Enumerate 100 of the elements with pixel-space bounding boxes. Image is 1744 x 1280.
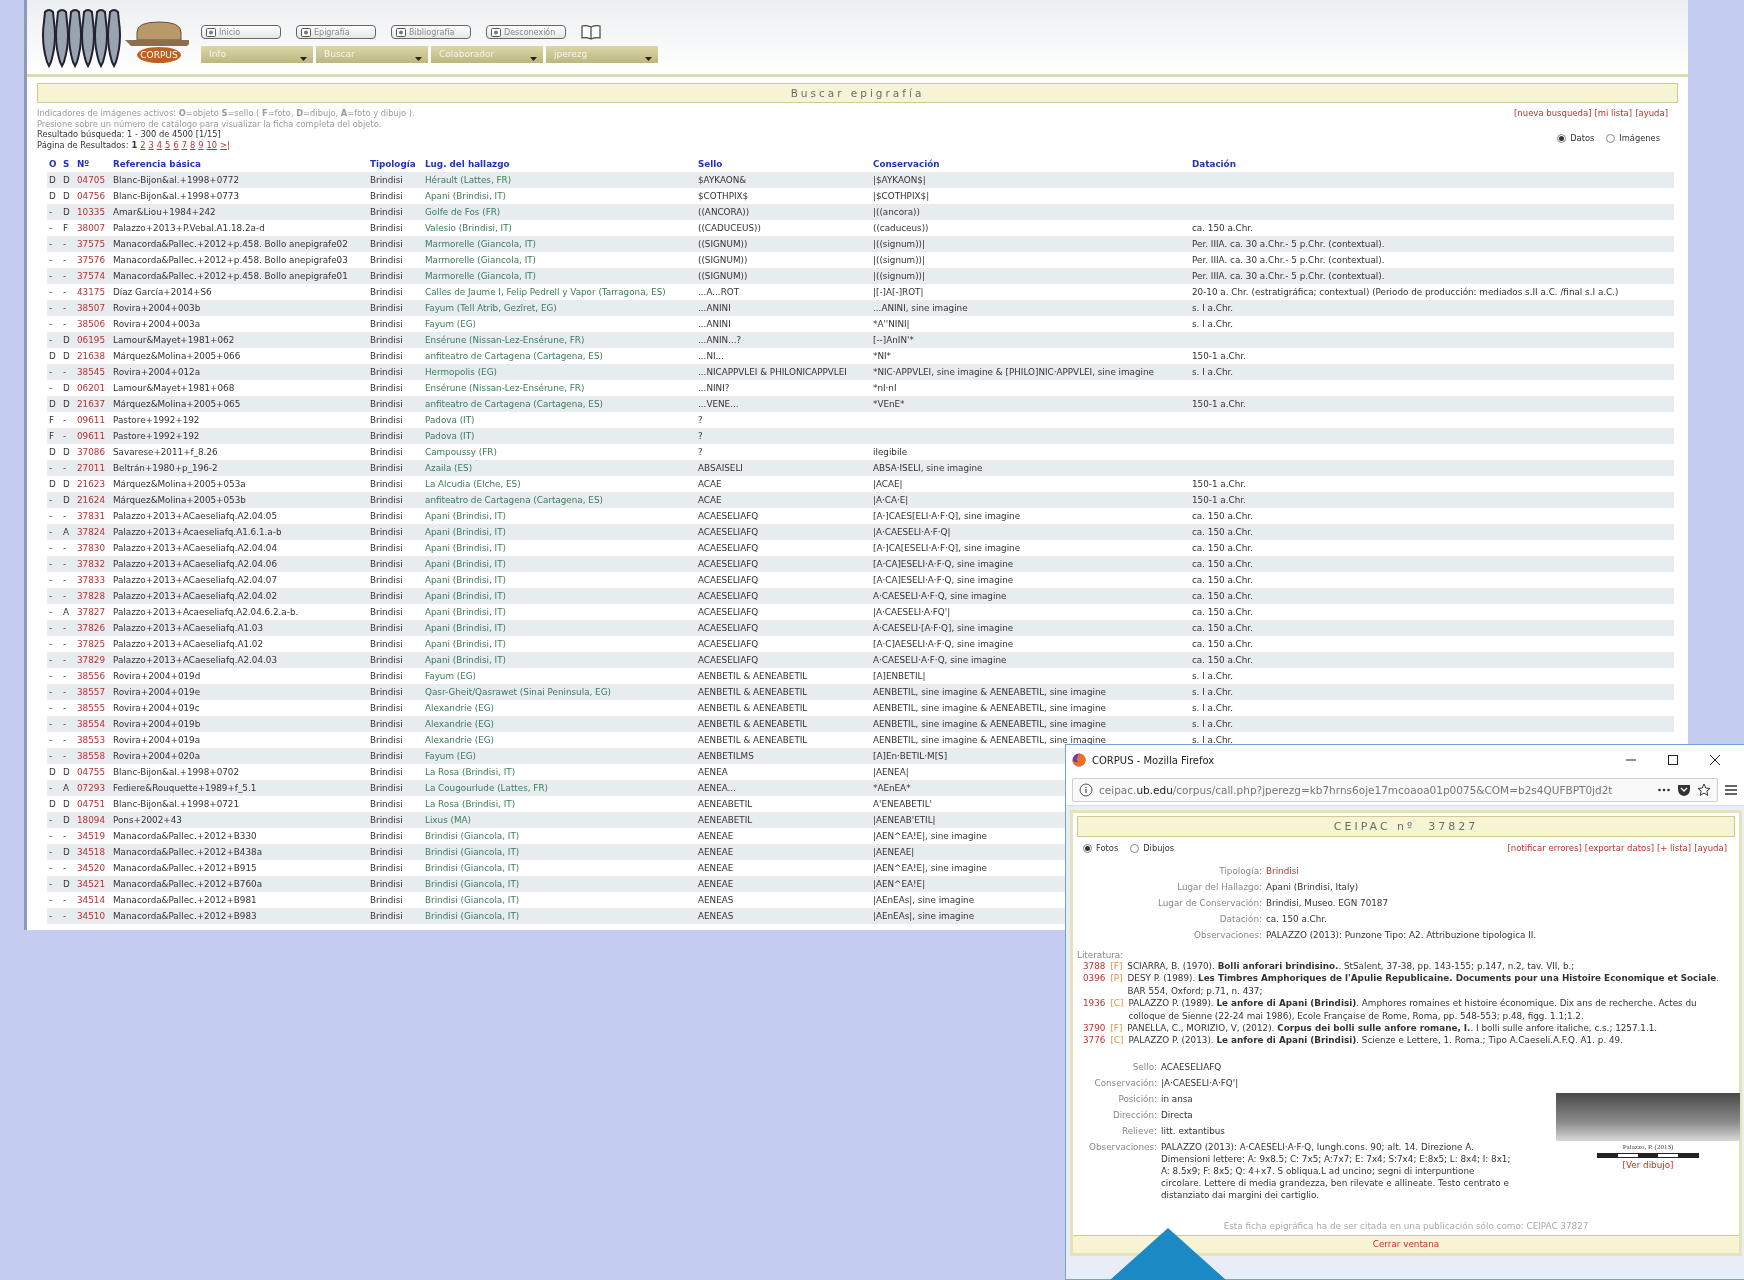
catalog-number-link[interactable]: 37830	[77, 543, 105, 553]
catalog-number-link[interactable]: 34518	[77, 847, 105, 857]
catalog-number-link[interactable]: 43175	[77, 287, 105, 297]
catalog-number-link[interactable]: 37086	[77, 447, 105, 457]
shield-icon[interactable]	[1677, 783, 1691, 797]
catalog-number-link[interactable]: 18094	[77, 815, 105, 825]
object-indicator: -	[49, 639, 53, 649]
info-icon[interactable]	[1079, 783, 1093, 797]
catalog-number-link[interactable]: 04705	[77, 175, 105, 185]
catalog-number-link[interactable]: 37574	[77, 271, 105, 281]
catalog-number-link[interactable]: 34510	[77, 911, 105, 921]
catalog-number-link[interactable]: 04751	[77, 799, 105, 809]
catalog-number-link[interactable]: 21624	[77, 495, 105, 505]
bibliography-id-link[interactable]: 3790	[1083, 1022, 1106, 1035]
catalog-number-link[interactable]: 38558	[77, 751, 105, 761]
record-link[interactable]: [ayuda]	[1694, 843, 1727, 853]
typology-link[interactable]: Brindisi	[1266, 865, 1735, 877]
catalog-number-link[interactable]: 04755	[77, 767, 105, 777]
catalog-number-link[interactable]: 34519	[77, 831, 105, 841]
radio-button[interactable]	[1130, 843, 1140, 853]
catalog-number-link[interactable]: 38506	[77, 319, 105, 329]
nav-button[interactable]: Epigrafía	[296, 25, 376, 39]
catalog-number-link[interactable]: 37824	[77, 527, 105, 537]
maximize-icon[interactable]	[1666, 753, 1680, 767]
catalog-number-link[interactable]: 34521	[77, 879, 105, 889]
page-link[interactable]: 10	[206, 139, 218, 150]
page-link[interactable]: 5	[165, 139, 171, 150]
nav-button[interactable]: Inicio	[201, 25, 281, 39]
catalog-number-link[interactable]: 38554	[77, 719, 105, 729]
nav-button[interactable]: Desconexión	[486, 25, 566, 39]
catalog-number-link[interactable]: 10335	[77, 207, 105, 217]
radio-button[interactable]	[1557, 133, 1567, 143]
conservation-cell: |$AYKAON$|	[873, 175, 926, 185]
catalog-number-link[interactable]: 37826	[77, 623, 105, 633]
record-link[interactable]: [+ lista]	[1656, 843, 1692, 853]
catalog-number-link[interactable]: 38507	[77, 303, 105, 313]
dating-cell: Per. IIIA. ca. 30 a.Chr.- 5 p.Chr. (contextual).	[1192, 271, 1385, 281]
catalog-number-link[interactable]: 06201	[77, 383, 105, 393]
page-link[interactable]: 2	[140, 139, 146, 150]
field-value: PALAZZO (2013): Punzone Tipo: A2. Attribuzione tipologica II.	[1266, 929, 1538, 941]
catalog-number-link[interactable]: 38545	[77, 367, 105, 377]
catalog-number-link[interactable]: 38553	[77, 735, 105, 745]
catalog-number-link[interactable]: 37828	[77, 591, 105, 601]
catalog-number-link[interactable]: 06195	[77, 335, 105, 345]
conservation-cell: |ACAE|	[873, 479, 903, 489]
record-link[interactable]: [notificar errores]	[1507, 843, 1582, 853]
catalog-number-link[interactable]: 38557	[77, 687, 105, 697]
menu-icon[interactable]	[1724, 783, 1738, 797]
catalog-number-link[interactable]: 37833	[77, 575, 105, 585]
page-link[interactable]: >|	[220, 139, 230, 150]
bibliography-id-link[interactable]: 3776	[1083, 1034, 1106, 1047]
stamp-cell: ACAESELIAFQ	[698, 639, 759, 649]
star-icon[interactable]	[1697, 783, 1711, 797]
catalog-number-link[interactable]: 07293	[77, 783, 105, 793]
close-icon[interactable]	[1708, 753, 1722, 767]
catalog-number-link[interactable]: 09611	[77, 431, 105, 441]
object-indicator: -	[49, 255, 53, 265]
bibliography-id-link[interactable]: 0396	[1083, 972, 1106, 985]
catalog-number-link[interactable]: 21638	[77, 351, 105, 361]
close-window-link[interactable]: Cerrar ventana	[1073, 1235, 1739, 1253]
catalog-number-link[interactable]: 21637	[77, 399, 105, 409]
catalog-number-link[interactable]: 37829	[77, 655, 105, 665]
catalog-number-link[interactable]: 37827	[77, 607, 105, 617]
record-link[interactable]: [exportar datos]	[1584, 843, 1654, 853]
catalog-number-link[interactable]: 37576	[77, 255, 105, 265]
radio-button[interactable]	[1083, 843, 1092, 853]
nav-button[interactable]: Bibliografía	[391, 25, 471, 39]
page-link[interactable]: 6	[173, 139, 179, 150]
reference-cell: Palazzo+2013+Acaeseliafq.A1.6.1.a-b	[113, 527, 282, 537]
catalog-number-link[interactable]: 38007	[77, 223, 105, 233]
catalog-number-link[interactable]: 21623	[77, 479, 105, 489]
drawing-link[interactable]: [Ver dibujo]	[1622, 1159, 1674, 1170]
stamp-cell: ACAE	[698, 479, 722, 489]
catalog-number-link[interactable]: 34514	[77, 895, 105, 905]
catalog-number-link[interactable]: 37831	[77, 511, 105, 521]
bibliography-id-link[interactable]: 3788	[1083, 960, 1106, 973]
search-link[interactable]: [mi lista]	[1594, 108, 1633, 118]
page-link[interactable]: 7	[181, 139, 187, 150]
catalog-number-link[interactable]: 34520	[77, 863, 105, 873]
page-link[interactable]: 4	[156, 139, 163, 150]
address-field[interactable]: ceipac.ub.edu/corpus/call.php?jperezg=kb7hrns6oje17mcoaoa01p0075&COM=b2s4QUFBPT0jd2t	[1072, 778, 1718, 802]
page-link[interactable]: 3	[148, 139, 154, 150]
catalog-number-link[interactable]: 37825	[77, 639, 105, 649]
catalog-number-link[interactable]: 27011	[77, 463, 105, 473]
search-link[interactable]: [nueva busqueda]	[1514, 108, 1592, 118]
bibliography-id-link[interactable]: 1936	[1083, 997, 1106, 1010]
page-link[interactable]: 9	[198, 139, 204, 150]
radio-button[interactable]	[1606, 133, 1616, 143]
page-link[interactable]: 1	[131, 139, 138, 150]
search-link[interactable]: [ayuda]	[1635, 108, 1668, 118]
page-link[interactable]: 8	[189, 139, 196, 150]
catalog-number-link[interactable]: 38555	[77, 703, 105, 713]
catalog-number-link[interactable]: 37832	[77, 559, 105, 569]
book-icon[interactable]	[581, 24, 601, 40]
catalog-number-link[interactable]: 09611	[77, 415, 105, 425]
catalog-number-link[interactable]: 38556	[77, 671, 105, 681]
findspot-cell: anfiteatro de Cartagena (Cartagena, ES)	[425, 351, 603, 361]
catalog-number-link[interactable]: 37575	[77, 239, 105, 249]
typology-cell: Brindisi	[370, 415, 403, 425]
catalog-number-link[interactable]: 04756	[77, 191, 105, 201]
